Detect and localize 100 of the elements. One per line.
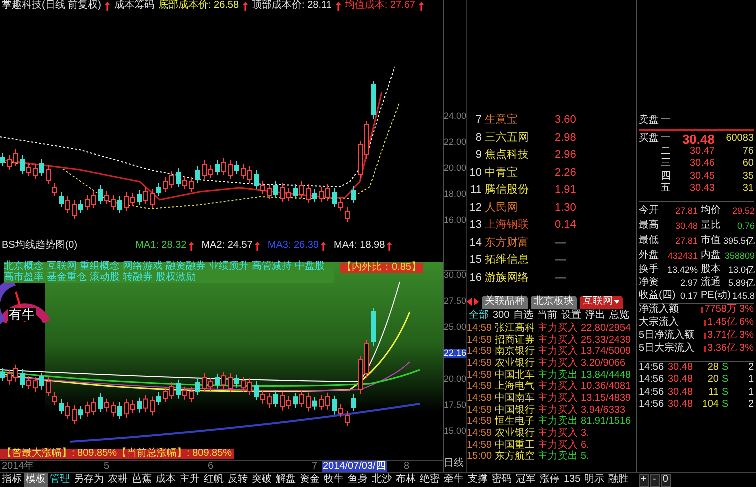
stock-name[interactable]: 焦点科技 <box>485 150 555 162</box>
candlestick <box>286 188 292 202</box>
filter-tab[interactable]: 浮出 <box>586 311 606 321</box>
toolbar-button[interactable]: 牧牛 <box>322 473 346 487</box>
candlestick <box>338 198 344 212</box>
candlestick <box>40 372 44 390</box>
candlestick <box>78 406 84 420</box>
candlestick <box>182 386 188 400</box>
toolbar-button[interactable]: 布林 <box>394 473 418 487</box>
filter-tab[interactable]: 设置 <box>562 311 582 321</box>
candlestick <box>156 392 162 406</box>
flow-percent: 6% <box>739 318 754 328</box>
candlestick <box>228 160 233 180</box>
filter-tab[interactable]: 总览 <box>610 311 630 321</box>
toolbar-button[interactable]: 密码 <box>490 473 514 487</box>
tick-price: 30.48 <box>668 400 694 410</box>
candlestick <box>222 158 226 176</box>
toolbar-button[interactable]: 融胜 <box>606 473 631 487</box>
tick-time: 14:56 <box>639 388 665 398</box>
stock-name[interactable]: 三六五网 <box>485 132 555 144</box>
candlestick <box>20 155 25 175</box>
toolbar-button[interactable]: 涨停 <box>538 473 562 487</box>
stock-name[interactable]: 拓维信息 <box>485 255 555 266</box>
candlestick <box>267 184 272 200</box>
candlestick <box>208 165 214 179</box>
stock-name[interactable]: 东方财富 <box>485 238 555 249</box>
cost-label: 成本筹码 <box>114 1 154 11</box>
zoom-button[interactable]: 0 <box>660 474 671 486</box>
toolbar-button[interactable]: 成本 <box>154 473 178 487</box>
filter-tab[interactable]: 自选 <box>514 311 534 321</box>
concept-tag: 中盘股 <box>295 262 325 272</box>
toolbar-button[interactable]: 管理 <box>48 473 72 487</box>
zoom-button[interactable]: + <box>638 474 649 486</box>
concept-tag: 高管减持 <box>252 262 292 272</box>
stock-name[interactable]: 游族网络 <box>485 272 555 284</box>
trade-action: 主力买入 <box>538 382 578 392</box>
toolbar-button[interactable]: 模板 <box>24 473 48 487</box>
toolbar-button[interactable]: 反转 <box>226 473 250 487</box>
moving-average-value: MA1: 28.32 <box>136 241 187 251</box>
rank-number: 15 <box>468 255 483 266</box>
stock-name[interactable]: 上海钢联 <box>485 220 555 232</box>
rank-number: 11 <box>470 185 483 196</box>
toolbar-button[interactable]: 另存为 <box>72 473 106 487</box>
toolbar-button[interactable]: 北沙 <box>370 473 394 487</box>
toolbar-button[interactable]: 支撑 <box>466 473 490 487</box>
candlestick <box>312 396 318 411</box>
period-label: 日线 <box>444 459 465 469</box>
level-label: 一 <box>661 116 671 126</box>
toolbar-button[interactable]: 主升 <box>178 473 202 487</box>
stock-name: 农业银行 <box>495 358 536 369</box>
left-right-arrows-icon[interactable] <box>467 298 479 306</box>
stat-value: 13.0亿 <box>728 266 755 274</box>
candlestick <box>338 404 344 418</box>
flow-label: 5日大宗流入 <box>639 344 696 354</box>
trade-detail: 25.33/2439 <box>581 336 632 346</box>
bid-price: 30.47 <box>688 146 715 157</box>
flow-value: 3.36亿 <box>708 344 737 354</box>
toolbar-button[interactable]: 突破 <box>250 473 274 487</box>
sector-tab[interactable]: 北京板块 <box>531 296 577 308</box>
candlestick <box>241 164 246 180</box>
toolbar-button[interactable]: 指标 <box>0 473 24 487</box>
toolbar-button[interactable]: 解盘 <box>274 473 298 487</box>
toolbar-button[interactable]: 绝密 <box>418 473 442 487</box>
candlestick <box>176 168 181 188</box>
concept-tag: 融资融券 <box>166 262 206 272</box>
candlestick <box>111 195 116 211</box>
change-value: 3.60 <box>555 115 576 126</box>
toolbar-button[interactable]: 135 <box>562 473 583 487</box>
stock-name[interactable]: 生意宝 <box>485 115 555 126</box>
candlestick <box>267 392 272 409</box>
toolbar-button[interactable]: 芭蕉 <box>130 473 154 487</box>
zoom-button[interactable]: - <box>650 474 660 486</box>
toolbar-button[interactable]: 鱼身 <box>346 473 370 487</box>
stock-name[interactable]: 中青宝 <box>485 168 555 179</box>
trade-detail: 13.84/4448 <box>581 370 632 381</box>
stock-name[interactable]: 腾信股份 <box>485 185 555 196</box>
stock-name[interactable]: 人民网 <box>485 202 555 214</box>
tick-price: 30.48 <box>668 375 694 386</box>
bid-price: 30.46 <box>688 159 715 170</box>
toolbar-button[interactable]: 牵牛 <box>442 473 466 487</box>
toolbar-button[interactable]: 农耕 <box>106 473 130 487</box>
candlestick <box>189 387 194 403</box>
candlestick <box>144 187 148 205</box>
trade-action: 主力买入 <box>538 406 578 416</box>
price-label: 18.00 <box>444 190 467 199</box>
stat-label: 股本 <box>701 265 721 275</box>
sector-tab[interactable]: 互联网 <box>580 296 623 308</box>
level-label: 五 <box>661 184 672 194</box>
filter-tab[interactable]: 当前 <box>538 311 558 321</box>
toolbar-button[interactable]: 明示 <box>582 473 607 487</box>
toolbar-button[interactable]: 红帆 <box>202 473 226 487</box>
sector-tab[interactable]: 关联品种 <box>482 296 528 308</box>
filter-tab[interactable]: 全部 <box>469 311 489 321</box>
concept-tag: 网络游戏 <box>123 262 163 272</box>
toolbar-button[interactable]: 冠军 <box>514 473 538 487</box>
toolbar-button[interactable]: 资金 <box>298 473 322 487</box>
candlestick <box>170 171 174 189</box>
level-label: 三 <box>661 159 672 170</box>
filter-tab[interactable]: 300 <box>493 311 510 321</box>
bid-volume: 60083 <box>725 134 754 144</box>
